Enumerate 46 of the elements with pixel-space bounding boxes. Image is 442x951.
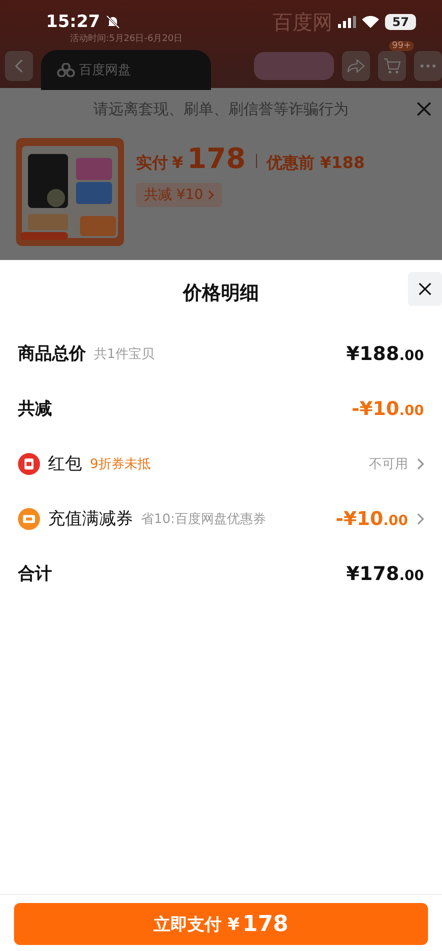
voucher-icon [18, 508, 40, 530]
cart-icon [383, 58, 401, 74]
paid-amount: 178 [187, 142, 246, 175]
close-icon [417, 281, 433, 297]
row-note: 共1件宝贝 [94, 346, 154, 362]
back-button[interactable] [5, 51, 33, 81]
battery-icon: 57 [385, 14, 416, 30]
row-label: 红包 [48, 453, 82, 475]
row-note: 省10:百度网盘优惠券 [141, 510, 266, 528]
cart-badge: 99+ [389, 41, 414, 51]
status-time: 15:27 [46, 12, 100, 32]
chevron-right-icon [208, 190, 214, 200]
row-label: 充值满减券 [48, 508, 133, 530]
paid-label: 实付 [136, 153, 168, 174]
row-amount: ¥178.00 [346, 562, 424, 584]
envelope-icon [18, 452, 40, 474]
fraud-warning: 请远离套现、刷单、刷信誉等诈骗行为 [94, 100, 348, 118]
close-icon [415, 100, 433, 118]
share-icon [347, 59, 365, 73]
row-label: 共减 [18, 398, 52, 420]
original-price: 优惠前 ¥188 [266, 153, 365, 174]
row-label: 合计 [18, 563, 52, 585]
row-status: 不可用 [369, 456, 408, 472]
close-button[interactable] [408, 272, 442, 306]
logo-icon [57, 63, 75, 77]
activity-time: 活动时间:5月26日-6月20日 [70, 32, 183, 45]
logo-text: 百度网盘 [79, 62, 131, 79]
signal-icon [338, 16, 356, 28]
row-note: 9折券未抵 [90, 456, 150, 472]
sheet-title: 价格明细 [183, 281, 259, 306]
chevron-right-icon [416, 512, 424, 524]
row-amount: -¥10.00 [336, 508, 408, 530]
back-icon [15, 59, 23, 73]
share-button[interactable] [342, 51, 370, 81]
discount-chip[interactable]: 共减 ¥10 [136, 183, 222, 207]
row-amount: ¥188.00 [346, 342, 424, 364]
pay-button[interactable]: 立即支付 ¥178 [14, 903, 428, 945]
more-icon [420, 64, 436, 68]
row-amount: -¥10.00 [352, 398, 424, 420]
cart-button[interactable] [378, 51, 406, 81]
currency-sign: ¥ [172, 153, 184, 172]
row-label: 商品总价 [18, 343, 86, 365]
chevron-right-icon [416, 458, 424, 470]
bell-muted-icon [106, 15, 120, 29]
more-button[interactable] [414, 51, 442, 81]
wifi-icon [362, 16, 380, 28]
